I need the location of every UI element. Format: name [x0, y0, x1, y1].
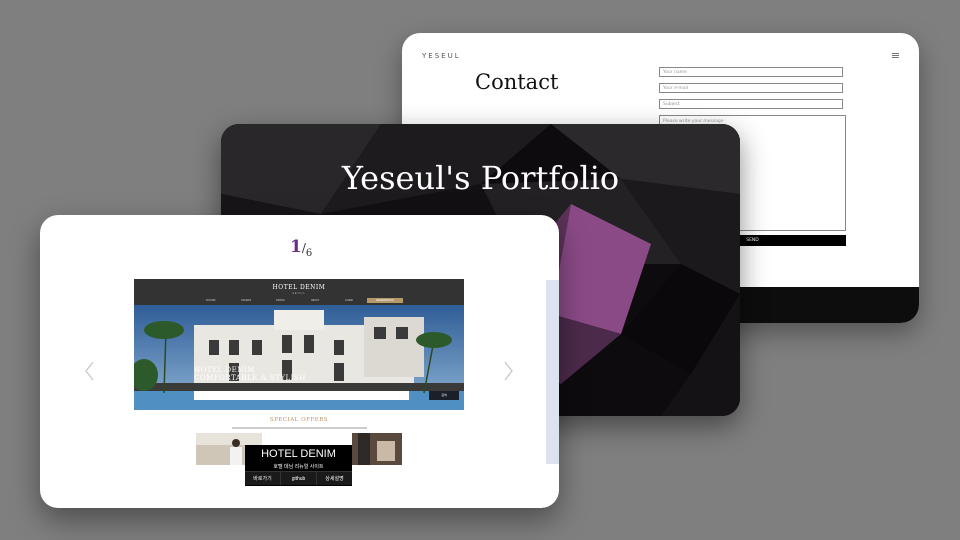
- special-offers-title: SPECIAL OFFERS: [269, 417, 329, 423]
- nav-item: GUIDE: [345, 299, 353, 302]
- site-logo: HOTEL DENIM: [272, 284, 326, 291]
- contact-title: Contact: [475, 70, 559, 94]
- booking-search-button: 검색: [429, 391, 459, 400]
- site-header: HOTEL DENIM SEOUL ROOMS OFFERS DINING AB…: [134, 279, 464, 305]
- nav-item: DINING: [276, 299, 285, 302]
- name-field[interactable]: Your name: [659, 67, 843, 77]
- email-field[interactable]: Your e-mail: [659, 83, 843, 93]
- slide-current: 1: [290, 237, 302, 257]
- chevron-left-icon[interactable]: [85, 361, 94, 381]
- hero-line-1: HOTEL DENIM: [194, 366, 255, 374]
- next-slide-peek[interactable]: [546, 280, 559, 464]
- site-logo[interactable]: YESEUL: [422, 52, 461, 60]
- subject-field[interactable]: Subject: [659, 99, 843, 109]
- hero-line-2: COMFORTABLE & STYLISH: [194, 374, 306, 382]
- nav-item: OFFERS: [241, 299, 252, 302]
- nav-item: ROOMS: [206, 299, 216, 302]
- slide-counter: 1/6: [290, 237, 313, 259]
- github-button[interactable]: github: [280, 471, 316, 485]
- booking-bar: 검색: [194, 391, 459, 400]
- portfolio-title: Yeseul's Portfolio: [341, 159, 620, 197]
- special-offers-subtitle: [232, 427, 367, 429]
- site-logo-sub: SEOUL: [292, 292, 306, 295]
- hotel-denim-screenshot[interactable]: HOTEL DENIM SEOUL ROOMS OFFERS DINING AB…: [134, 279, 464, 465]
- project-title: HOTEL DENIM: [261, 448, 336, 460]
- hero-text: HOTEL DENIM COMFORTABLE & STYLISH: [194, 366, 306, 382]
- offer-thumbnail: [352, 433, 402, 465]
- reservation-button: RESERVATION: [367, 298, 403, 303]
- visit-site-button[interactable]: 바로가기: [245, 471, 280, 485]
- nav-item: ABOUT: [311, 299, 320, 302]
- project-actions: 바로가기 github 상세설명: [245, 471, 352, 485]
- slide-total: 6: [305, 248, 313, 259]
- project-slider-card: 1/6 HOTEL DENIM SEOUL ROOMS OFFERS DININ…: [40, 215, 559, 508]
- details-button[interactable]: 상세설명: [316, 471, 352, 485]
- chevron-right-icon[interactable]: [504, 361, 513, 381]
- project-subtitle: 호텔 데님 리뉴얼 사이트: [273, 464, 324, 470]
- hamburger-icon[interactable]: [892, 53, 899, 58]
